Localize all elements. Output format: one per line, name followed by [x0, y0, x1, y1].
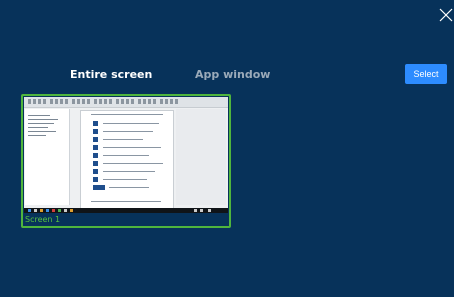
tab-app-window[interactable]: App window [195, 67, 270, 83]
preview-taskbar [24, 208, 228, 213]
preview-document-page [80, 110, 174, 209]
screen-thumbnail-card[interactable]: Screen 1 [21, 94, 231, 228]
close-button[interactable] [436, 6, 454, 24]
screen-preview-image [24, 97, 228, 209]
screen-label: Screen 1 [25, 215, 61, 224]
share-screen-dialog: Entire screen App window Select Screen 1 [0, 0, 454, 297]
source-tabs: Entire screen App window [0, 67, 454, 85]
preview-right-pane [176, 109, 226, 205]
close-icon [439, 8, 453, 22]
select-button[interactable]: Select [405, 64, 447, 84]
preview-side-pane [25, 109, 70, 205]
preview-toolbar [24, 97, 228, 108]
tab-entire-screen[interactable]: Entire screen [70, 67, 152, 83]
